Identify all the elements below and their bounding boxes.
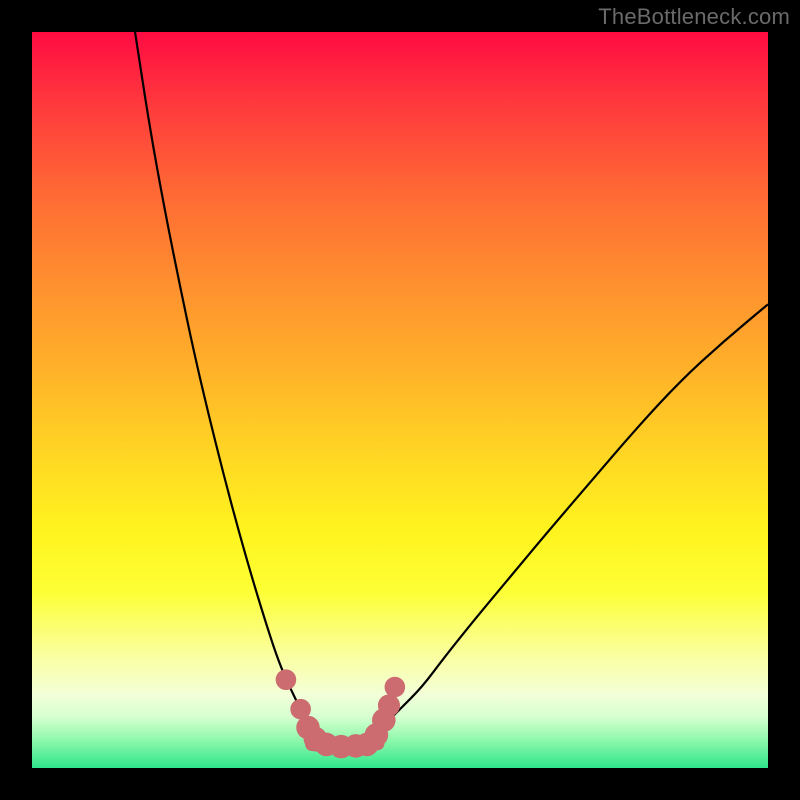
marker-group bbox=[276, 669, 406, 758]
watermark-text: TheBottleneck.com bbox=[598, 4, 790, 30]
chart-svg bbox=[32, 32, 768, 768]
data-marker bbox=[385, 677, 406, 698]
data-marker bbox=[276, 669, 297, 690]
curve-left bbox=[135, 32, 308, 724]
chart-canvas bbox=[32, 32, 768, 768]
data-marker bbox=[378, 694, 400, 716]
curve-right bbox=[385, 304, 768, 724]
